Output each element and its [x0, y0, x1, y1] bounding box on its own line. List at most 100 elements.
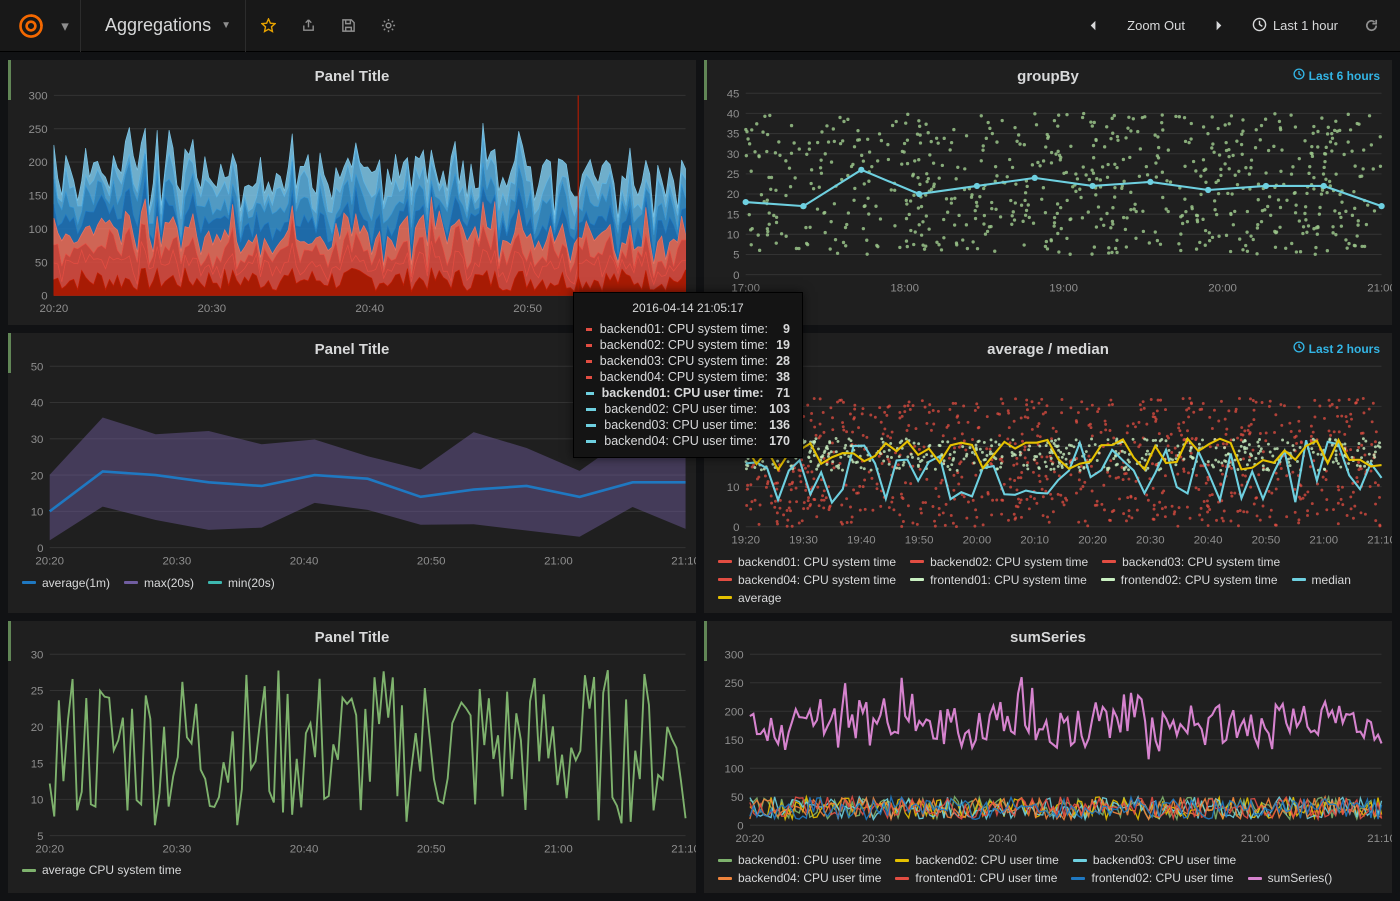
dashboard-title-button[interactable]: Aggregations ▼	[80, 0, 246, 52]
svg-text:10: 10	[31, 794, 44, 806]
time-range-button[interactable]: Last 1 hour	[1242, 9, 1348, 43]
save-button[interactable]	[332, 9, 366, 43]
chevron-down-icon: ▼	[221, 20, 231, 31]
legend-item[interactable]: frontend01: CPU system time	[910, 573, 1087, 587]
legend-item[interactable]: backend04: CPU user time	[718, 871, 881, 885]
dashboard-picker-caret[interactable]: ▾	[56, 9, 74, 43]
legend-item[interactable]: average(1m)	[22, 576, 110, 590]
panel-time-override[interactable]: Last 6 hours	[1293, 68, 1380, 83]
svg-text:20:40: 20:40	[290, 556, 319, 568]
legend-item[interactable]: average CPU system time	[22, 863, 181, 877]
svg-text:20:50: 20:50	[513, 303, 542, 315]
svg-text:25: 25	[727, 169, 740, 181]
svg-text:100: 100	[29, 224, 48, 236]
svg-text:10: 10	[727, 229, 740, 241]
svg-text:21:10: 21:10	[1367, 535, 1392, 547]
svg-text:20:00: 20:00	[1208, 282, 1237, 294]
legend-item[interactable]: min(20s)	[208, 576, 275, 590]
dashboard-grid: Panel Title 05010015020025030020:2020:30…	[0, 52, 1400, 901]
svg-text:21:00: 21:00	[1241, 833, 1270, 845]
svg-text:5: 5	[37, 831, 43, 843]
legend-item[interactable]: backend02: CPU system time	[910, 555, 1088, 569]
svg-text:21:00: 21:00	[1309, 535, 1338, 547]
svg-text:20:10: 20:10	[1020, 535, 1049, 547]
legend-item[interactable]: backend01: CPU user time	[718, 853, 881, 867]
legend-item[interactable]: backend01: CPU system time	[718, 555, 896, 569]
svg-text:20:30: 20:30	[197, 303, 226, 315]
svg-text:19:30: 19:30	[789, 535, 818, 547]
svg-text:5: 5	[733, 250, 739, 262]
legend-item[interactable]: sumSeries()	[1248, 871, 1333, 885]
grafana-logo[interactable]	[12, 7, 50, 45]
svg-text:20:50: 20:50	[1115, 833, 1144, 845]
clock-icon	[1293, 341, 1305, 356]
svg-text:20:30: 20:30	[1136, 535, 1165, 547]
chart-area[interactable]: 05101520253035404517:0018:0019:0020:0021…	[704, 87, 1392, 295]
legend-item[interactable]: average	[718, 591, 781, 605]
svg-text:20:20: 20:20	[35, 556, 64, 568]
dashboard-title: Aggregations	[105, 15, 211, 36]
refresh-button[interactable]	[1354, 9, 1388, 43]
svg-text:20:50: 20:50	[1252, 535, 1281, 547]
svg-text:200: 200	[725, 706, 744, 718]
legend-item[interactable]: backend03: CPU system time	[1102, 555, 1280, 569]
chart-area[interactable]: 05010015020025030020:2020:3020:4020:5021…	[8, 87, 696, 316]
share-button[interactable]	[292, 9, 326, 43]
panel-time-override[interactable]: Last 2 hours	[1293, 341, 1380, 356]
legend: average(1m) max(20s) min(20s)	[8, 572, 696, 592]
time-shift-forward-button[interactable]	[1201, 9, 1236, 43]
legend-item[interactable]: frontend01: CPU user time	[895, 871, 1057, 885]
svg-text:20:50: 20:50	[417, 843, 446, 855]
svg-text:20:50: 20:50	[417, 556, 446, 568]
panel-groupby[interactable]: groupBy Last 6 hours 0510152025303540451…	[704, 60, 1392, 325]
svg-text:20:00: 20:00	[963, 535, 992, 547]
panel-stacked-cpu[interactable]: Panel Title 05010015020025030020:2020:30…	[8, 60, 696, 325]
svg-text:20: 20	[31, 471, 44, 483]
svg-text:250: 250	[29, 124, 48, 136]
settings-button[interactable]	[372, 9, 406, 43]
svg-text:150: 150	[29, 191, 48, 203]
svg-text:200: 200	[29, 157, 48, 169]
panel-sumseries[interactable]: sumSeries 05010015020025030020:2020:3020…	[704, 621, 1392, 893]
panel-title: Panel Title	[315, 68, 390, 85]
svg-text:20: 20	[31, 722, 44, 734]
legend: backend01: CPU user time backend02: CPU u…	[704, 849, 1392, 887]
svg-text:19:40: 19:40	[847, 535, 876, 547]
top-nav: ▾ Aggregations ▼ Zoom Out Last 1 hour	[0, 0, 1400, 52]
svg-text:0: 0	[737, 820, 743, 832]
svg-text:0: 0	[733, 270, 739, 282]
time-shift-back-button[interactable]	[1076, 9, 1111, 43]
svg-text:10: 10	[31, 507, 44, 519]
svg-text:100: 100	[725, 763, 744, 775]
svg-text:20:30: 20:30	[862, 833, 891, 845]
star-button[interactable]	[252, 9, 286, 43]
svg-text:18:00: 18:00	[890, 282, 919, 294]
legend-item[interactable]: backend03: CPU user time	[1073, 853, 1236, 867]
panel-title: Panel Title	[315, 341, 390, 358]
svg-text:20:40: 20:40	[988, 833, 1017, 845]
svg-text:30: 30	[727, 149, 740, 161]
panel-title: Panel Title	[315, 629, 390, 646]
panel-title: average / median	[987, 341, 1109, 358]
legend: average CPU system time	[8, 859, 696, 879]
svg-text:19:20: 19:20	[731, 535, 760, 547]
chart-area[interactable]: 01020304019:2019:3019:4019:5020:0020:102…	[704, 360, 1392, 548]
svg-text:50: 50	[31, 362, 44, 374]
panel-title: sumSeries	[1010, 629, 1086, 646]
zoom-out-button[interactable]: Zoom Out	[1117, 9, 1195, 43]
legend-item[interactable]: median	[1292, 573, 1351, 587]
panel-average-median[interactable]: average / median Last 2 hours 0102030401…	[704, 333, 1392, 613]
legend-item[interactable]: frontend02: CPU user time	[1071, 871, 1233, 885]
legend-item[interactable]: frontend02: CPU system time	[1101, 573, 1278, 587]
svg-text:20:40: 20:40	[290, 843, 319, 855]
legend-item[interactable]: max(20s)	[124, 576, 194, 590]
svg-text:20:20: 20:20	[736, 833, 765, 845]
legend-item[interactable]: backend04: CPU system time	[718, 573, 896, 587]
svg-text:21:10: 21:10	[671, 843, 696, 855]
panel-avg-cpu-system[interactable]: Panel Title 5101520253020:2020:3020:4020…	[8, 621, 696, 893]
legend-item[interactable]: backend02: CPU user time	[895, 853, 1058, 867]
svg-text:250: 250	[725, 678, 744, 690]
chart-area[interactable]: 5101520253020:2020:3020:4020:5021:0021:1…	[8, 648, 696, 856]
chart-area[interactable]: 05010015020025030020:2020:3020:4020:5021…	[704, 648, 1392, 846]
svg-text:19:50: 19:50	[905, 535, 934, 547]
